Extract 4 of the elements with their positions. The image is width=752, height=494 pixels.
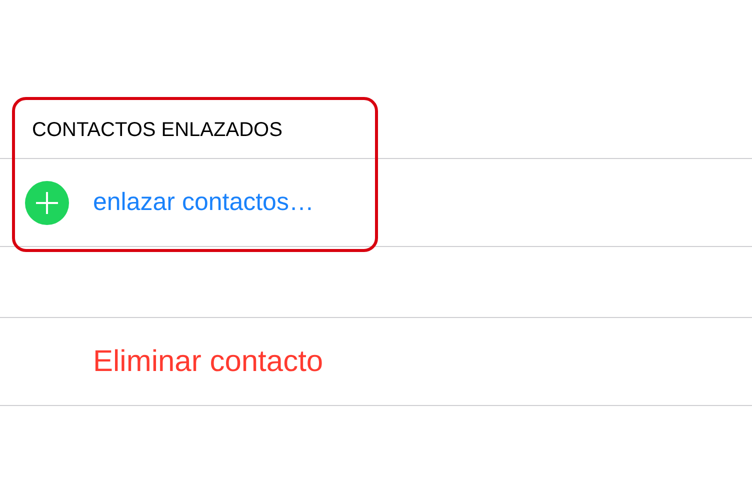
section-header: CONTACTOS ENLAZADOS	[32, 118, 284, 143]
link-contacts-button[interactable]: enlazar contactos…	[93, 188, 314, 217]
add-icon[interactable]	[25, 180, 69, 224]
delete-contact-button[interactable]: Eliminar contacto	[93, 344, 324, 378]
